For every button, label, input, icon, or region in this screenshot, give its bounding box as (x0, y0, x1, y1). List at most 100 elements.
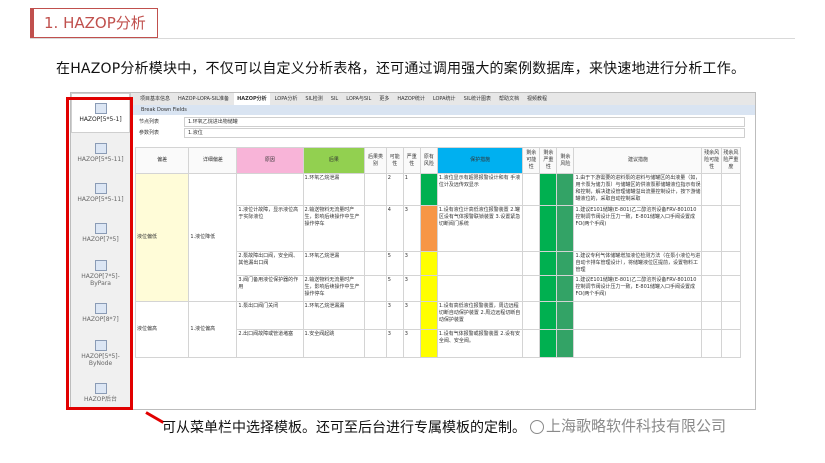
safeguard-cell[interactable]: 1.液位显示有超限报警设计和有 手液位计及远传双显示 (436, 173, 524, 206)
risk-cell[interactable] (419, 275, 438, 302)
table-row[interactable]: 液位偏高 1.液位偏高 1.泵出口阀门关闭 1.环氧乙烷泄漏漏 3 3 1.设有… (134, 301, 742, 358)
safeguard-cell[interactable] (436, 251, 524, 276)
recommendation-cell[interactable]: 1.建议E101储罐(E-801)乙二醇溶剂设备FRV-801010控制调节阀设… (573, 275, 703, 302)
tab-hazop-prep[interactable]: HAZOP-LOPA-SIL准备 (175, 93, 232, 105)
res-risk-cell[interactable] (556, 173, 575, 206)
recommendation-cell[interactable]: 1.建议E101储罐(E-801)乙二醇溶剂设备FRV-801010控制调节阀设… (573, 205, 703, 252)
res-l-cell[interactable] (522, 205, 541, 252)
category-cell[interactable] (364, 275, 387, 302)
res-s-cell[interactable] (539, 275, 558, 302)
tab-videos[interactable]: 视频教程 (524, 93, 550, 105)
recommendation-cell[interactable] (573, 301, 703, 330)
tab-lopa-sil[interactable]: LOPA与SIL (343, 93, 374, 105)
tab-lopa-stats[interactable]: LOPA统计 (430, 93, 459, 105)
category-cell[interactable] (364, 173, 387, 206)
res-l-cell[interactable] (522, 173, 541, 206)
severity-cell[interactable]: 3 (402, 301, 421, 330)
tab-sil[interactable]: SIL (328, 93, 341, 105)
residual-l-cell[interactable] (701, 275, 722, 302)
residual-l-cell[interactable] (701, 173, 722, 206)
risk-cell[interactable] (419, 251, 438, 276)
recommendation-cell[interactable]: 1.建议专利气体储罐增加液位检测方法（在泵小液位与进自动卡排车管理设计），将储罐… (573, 251, 703, 276)
table-row[interactable]: 液位偏低 1.液位降低 1.环氧乙烷泄漏 2 1 1.液位显示有超限报警设计和有… (134, 173, 742, 302)
tab-hazop-stats[interactable]: HAZOP统计 (394, 93, 428, 105)
residual-l-cell[interactable] (701, 205, 722, 252)
cause-cell[interactable]: 2.泵故障出口阀，安全阀、其他漏出口阀 (236, 251, 304, 276)
residual-l-cell[interactable] (701, 251, 722, 276)
res-l-cell[interactable] (522, 251, 541, 276)
residual-s-cell[interactable] (720, 301, 742, 330)
likelihood-cell[interactable]: 5 (385, 275, 404, 302)
detail-cell[interactable]: 1.液位偏高 (188, 301, 238, 358)
res-s-cell[interactable] (539, 251, 558, 276)
category-cell[interactable] (364, 251, 387, 276)
tab-sil-charts[interactable]: SIL统计图表 (461, 93, 494, 105)
residual-s-cell[interactable] (720, 205, 742, 252)
res-s-cell[interactable] (539, 301, 558, 330)
severity-cell[interactable]: 3 (402, 251, 421, 276)
res-risk-cell[interactable] (556, 251, 575, 276)
tab-hazop-analysis[interactable]: HAZOP分析 (234, 93, 270, 105)
consequence-cell[interactable]: 1.环氧乙烷泄漏 (302, 173, 366, 206)
category-cell[interactable] (364, 301, 387, 330)
res-risk-cell[interactable] (556, 329, 575, 358)
res-s-cell[interactable] (539, 173, 558, 206)
recommendation-cell[interactable]: 1.由于下游需要的进料泵的进料与储罐区的出液量（如，用卡泵为储力泵）与储罐区的供… (573, 173, 703, 206)
safeguard-cell[interactable]: 1.设有高低液位报警装置，周边远程切断自动保护装置 2.周边远程切断自动保护装置 (436, 301, 524, 330)
deviation-cell[interactable]: 液位偏高 (134, 301, 190, 358)
param-select[interactable]: 1.液位 (184, 128, 745, 138)
tab-help[interactable]: 帮助文档 (496, 93, 522, 105)
consequence-cell[interactable]: 2.输送物料无流量时产生，影响后续操作中生产操作停车 (302, 275, 366, 302)
cause-cell[interactable]: 1.泵出口阀门关闭 (236, 301, 304, 330)
likelihood-cell[interactable]: 3 (385, 329, 404, 358)
tab-project-info[interactable]: 项目基本信息 (137, 93, 173, 105)
res-l-cell[interactable] (522, 329, 541, 358)
risk-cell[interactable] (419, 205, 438, 252)
res-s-cell[interactable] (539, 205, 558, 252)
node-select[interactable]: 1.环氧乙烷进出物储罐 (184, 117, 745, 127)
tab-sil-check[interactable]: SIL检测 (302, 93, 325, 105)
residual-s-cell[interactable] (720, 275, 742, 302)
res-risk-cell[interactable] (556, 301, 575, 330)
risk-cell[interactable] (419, 173, 438, 206)
severity-cell[interactable]: 1 (402, 173, 421, 206)
res-l-cell[interactable] (522, 301, 541, 330)
safeguard-cell[interactable]: 1.设有气体报警或报警装置 2.设有安全阀、安全阀。 (436, 329, 524, 358)
tab-lopa-analysis[interactable]: LOPA分析 (272, 93, 301, 105)
likelihood-cell[interactable]: 4 (385, 205, 404, 252)
likelihood-cell[interactable]: 5 (385, 251, 404, 276)
res-s-cell[interactable] (539, 329, 558, 358)
deviation-cell[interactable]: 液位偏低 (134, 173, 190, 302)
tab-more[interactable]: 更多 (376, 93, 392, 105)
consequence-cell[interactable]: 1.环氧乙烷泄漏漏 (302, 301, 366, 330)
res-risk-cell[interactable] (556, 205, 575, 252)
cause-cell[interactable]: 2.出口阀故障或管道堵塞 (236, 329, 304, 358)
likelihood-cell[interactable]: 3 (385, 301, 404, 330)
section-title: 1. HAZOP分析 (30, 8, 158, 38)
cause-cell[interactable] (236, 173, 304, 206)
residual-l-cell[interactable] (701, 301, 722, 330)
consequence-cell[interactable]: 1.环氧乙烷泄漏 (302, 251, 366, 276)
risk-cell[interactable] (419, 329, 438, 358)
residual-s-cell[interactable] (720, 329, 742, 358)
detail-cell[interactable]: 1.液位降低 (188, 173, 238, 302)
residual-s-cell[interactable] (720, 173, 742, 206)
recommendation-cell[interactable] (573, 329, 703, 358)
cause-cell[interactable]: 1.液位计故障，显示液位高于实际液位 (236, 205, 304, 252)
safeguard-cell[interactable] (436, 275, 524, 302)
cause-cell[interactable]: 3.阀门备用液位保护器的作用 (236, 275, 304, 302)
severity-cell[interactable]: 3 (402, 205, 421, 252)
consequence-cell[interactable]: 1.安全阀起跳 (302, 329, 366, 358)
severity-cell[interactable]: 3 (402, 329, 421, 358)
category-cell[interactable] (364, 205, 387, 252)
res-l-cell[interactable] (522, 275, 541, 302)
residual-s-cell[interactable] (720, 251, 742, 276)
residual-l-cell[interactable] (701, 329, 722, 358)
risk-cell[interactable] (419, 301, 438, 330)
safeguard-cell[interactable]: 1.设有液位计高低液位报警装置 2.罐区设有气体报警联锁装置 3.设置紧急切断阀… (436, 205, 524, 252)
consequence-cell[interactable]: 2.输送物料无流量时产生，影响后续操作中生产操作停车 (302, 205, 366, 252)
res-risk-cell[interactable] (556, 275, 575, 302)
category-cell[interactable] (364, 329, 387, 358)
likelihood-cell[interactable]: 2 (385, 173, 404, 206)
severity-cell[interactable]: 3 (402, 275, 421, 302)
